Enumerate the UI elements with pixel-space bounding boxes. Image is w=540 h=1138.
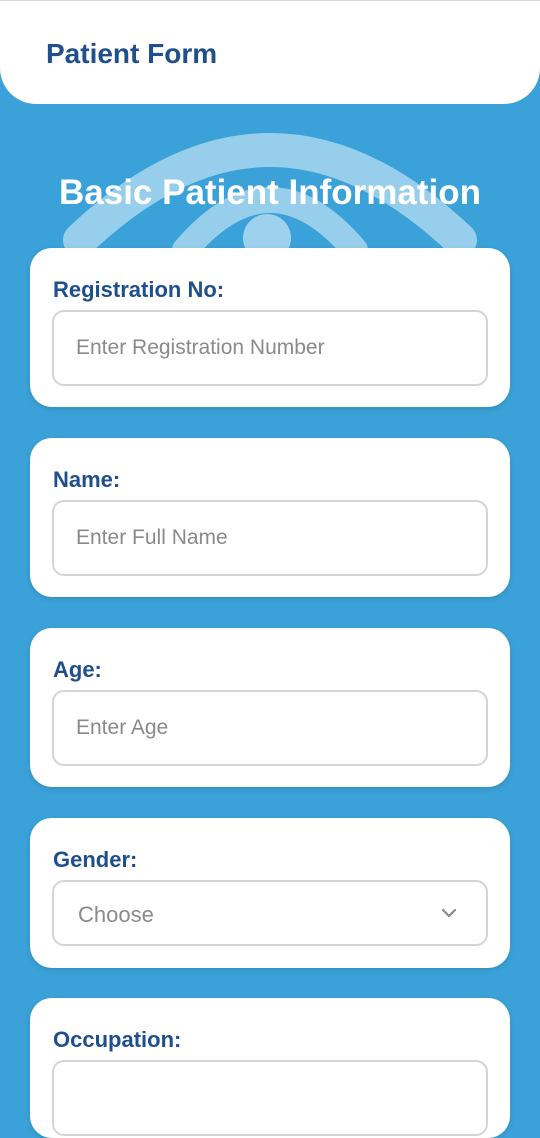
registration-label: Registration No: bbox=[53, 277, 225, 302]
age-card: Age: bbox=[30, 628, 510, 787]
gender-select[interactable]: Choose bbox=[52, 880, 488, 946]
app-header: Patient Form bbox=[0, 0, 540, 104]
age-input[interactable] bbox=[52, 690, 488, 766]
page-title: Patient Form bbox=[46, 38, 218, 69]
full-name-input[interactable] bbox=[52, 500, 488, 576]
registration-number-input[interactable] bbox=[52, 310, 488, 386]
gender-selected-value: Choose bbox=[78, 902, 154, 927]
registration-card: Registration No: bbox=[30, 248, 510, 407]
occupation-label: Occupation: bbox=[53, 1027, 182, 1052]
gender-card: Gender: Choose bbox=[30, 818, 510, 968]
gender-label: Gender: bbox=[53, 847, 138, 872]
chevron-down-icon bbox=[441, 908, 457, 918]
section-title: Basic Patient Information bbox=[58, 173, 482, 212]
occupation-card: Occupation: bbox=[30, 998, 510, 1138]
age-label: Age: bbox=[53, 657, 102, 682]
name-label: Name: bbox=[53, 467, 121, 492]
occupation-input[interactable] bbox=[52, 1060, 488, 1136]
name-card: Name: bbox=[30, 438, 510, 597]
